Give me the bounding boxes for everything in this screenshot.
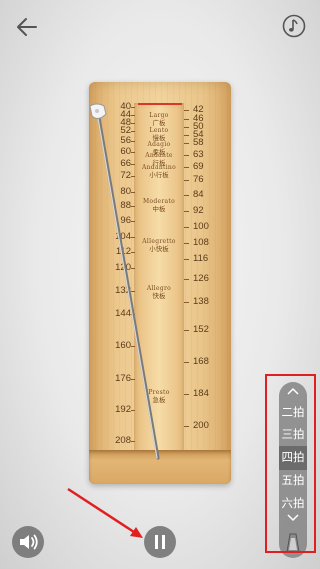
- pause-button[interactable]: [144, 526, 176, 558]
- pause-icon: [155, 535, 165, 549]
- highlight-box: [265, 374, 316, 553]
- speaker-icon: [20, 534, 38, 550]
- pendulum-weight[interactable]: [89, 103, 107, 120]
- speaker-button[interactable]: [12, 526, 44, 558]
